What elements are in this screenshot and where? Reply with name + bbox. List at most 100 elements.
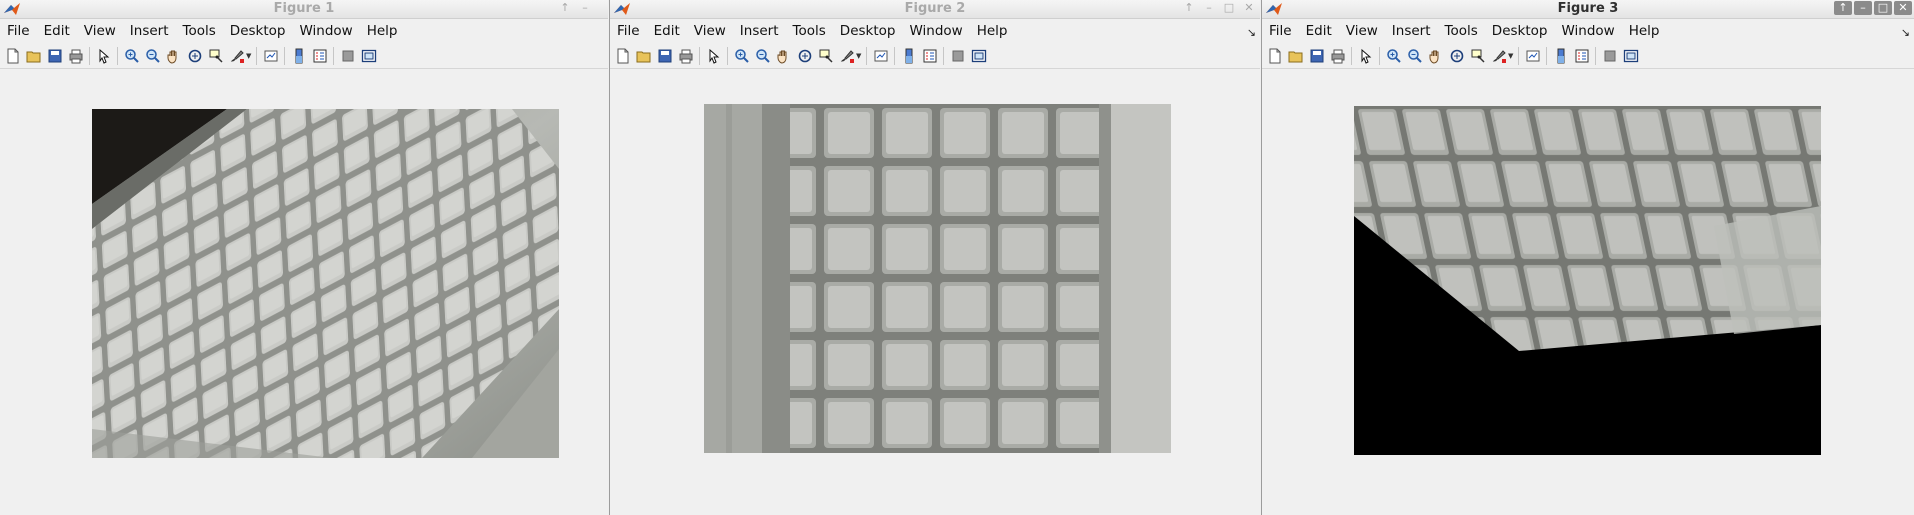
menu-insert[interactable]: Insert — [123, 20, 176, 42]
menu-tools[interactable]: Tools — [786, 20, 833, 42]
figure-toolbar: ▼ — [610, 44, 1260, 69]
edit-plot-arrow-icon[interactable] — [96, 48, 112, 64]
maximize-button[interactable]: □ — [1874, 1, 1892, 15]
zoom-in-icon[interactable] — [124, 48, 140, 64]
hide-plot-tools-icon[interactable] — [340, 48, 356, 64]
title-bar[interactable]: Figure 2 ↑ – □ ✕ — [610, 0, 1260, 19]
toolbar-separator — [894, 47, 896, 65]
link-plot-icon[interactable] — [873, 48, 889, 64]
menu-file[interactable]: File — [0, 20, 37, 42]
colorbar-icon[interactable] — [901, 48, 917, 64]
brush-dropdown-arrow-icon[interactable]: ▼ — [1508, 52, 1513, 60]
window-title: Figure 1 — [273, 1, 335, 16]
print-icon[interactable] — [678, 48, 694, 64]
menu-tools[interactable]: Tools — [176, 20, 223, 42]
open-file-icon[interactable] — [26, 48, 42, 64]
new-figure-icon[interactable] — [5, 48, 21, 64]
image-axes[interactable] — [1354, 106, 1821, 455]
close-button[interactable]: ✕ — [1240, 1, 1258, 15]
menu-insert[interactable]: Insert — [1385, 20, 1438, 42]
print-icon[interactable] — [68, 48, 84, 64]
show-plot-tools-icon[interactable] — [971, 48, 987, 64]
colorbar-icon[interactable] — [1553, 48, 1569, 64]
menu-help[interactable]: Help — [1622, 20, 1667, 42]
zoom-out-icon[interactable] — [755, 48, 771, 64]
legend-icon[interactable] — [922, 48, 938, 64]
save-icon[interactable] — [1309, 48, 1325, 64]
toolbar-separator — [1379, 47, 1380, 65]
rotate-3d-icon[interactable] — [1449, 48, 1465, 64]
hide-plot-tools-icon[interactable] — [1602, 48, 1618, 64]
menu-window[interactable]: Window — [1554, 20, 1621, 42]
open-file-icon[interactable] — [636, 48, 652, 64]
menu-view[interactable]: View — [687, 20, 733, 42]
shade-button[interactable]: ↑ — [1834, 1, 1852, 15]
rotate-3d-icon[interactable] — [797, 48, 813, 64]
menu-help[interactable]: Help — [970, 20, 1015, 42]
zoom-out-icon[interactable] — [145, 48, 161, 64]
menu-edit[interactable]: Edit — [647, 20, 687, 42]
toolbar-separator — [866, 47, 868, 65]
data-cursor-icon[interactable] — [818, 48, 834, 64]
image-axes[interactable] — [92, 109, 559, 458]
dock-arrow-icon[interactable]: ↘ — [1901, 26, 1910, 39]
new-figure-icon[interactable] — [615, 48, 631, 64]
hide-plot-tools-icon[interactable] — [950, 48, 966, 64]
show-plot-tools-icon[interactable] — [361, 48, 377, 64]
title-bar[interactable]: Figure 1 ↑ – — [0, 0, 608, 19]
zoom-in-icon[interactable] — [734, 48, 750, 64]
link-plot-icon[interactable] — [263, 48, 279, 64]
keyboard-photo-2 — [704, 104, 1171, 453]
minimize-button[interactable]: – — [1854, 1, 1872, 15]
brush-icon[interactable] — [1491, 48, 1507, 64]
pan-hand-icon[interactable] — [1428, 48, 1444, 64]
link-plot-icon[interactable] — [1525, 48, 1541, 64]
zoom-out-icon[interactable] — [1407, 48, 1423, 64]
menu-desktop[interactable]: Desktop — [223, 20, 293, 42]
menu-desktop[interactable]: Desktop — [1485, 20, 1555, 42]
pan-hand-icon[interactable] — [166, 48, 182, 64]
image-axes[interactable] — [704, 104, 1171, 453]
dock-arrow-icon[interactable]: ↘ — [1247, 26, 1256, 39]
legend-icon[interactable] — [1574, 48, 1590, 64]
save-icon[interactable] — [47, 48, 63, 64]
edit-plot-arrow-icon[interactable] — [1358, 48, 1374, 64]
data-cursor-icon[interactable] — [1470, 48, 1486, 64]
menu-help[interactable]: Help — [360, 20, 405, 42]
menu-edit[interactable]: Edit — [37, 20, 77, 42]
show-plot-tools-icon[interactable] — [1623, 48, 1639, 64]
menu-view[interactable]: View — [77, 20, 123, 42]
rotate-3d-icon[interactable] — [187, 48, 203, 64]
close-button[interactable]: ✕ — [1894, 1, 1912, 15]
minimize-button[interactable]: – — [576, 1, 594, 15]
menu-file[interactable]: File — [610, 20, 647, 42]
minimize-button[interactable]: – — [1200, 1, 1218, 15]
menu-tools[interactable]: Tools — [1438, 20, 1485, 42]
data-cursor-icon[interactable] — [208, 48, 224, 64]
title-bar[interactable]: Figure 3 ↑ – □ ✕ — [1262, 0, 1914, 19]
menu-insert[interactable]: Insert — [733, 20, 786, 42]
brush-dropdown-arrow-icon[interactable]: ▼ — [856, 52, 861, 60]
shade-button[interactable]: ↑ — [556, 1, 574, 15]
menu-view[interactable]: View — [1339, 20, 1385, 42]
pan-hand-icon[interactable] — [776, 48, 792, 64]
maximize-button[interactable]: □ — [1220, 1, 1238, 15]
open-file-icon[interactable] — [1288, 48, 1304, 64]
colorbar-icon[interactable] — [291, 48, 307, 64]
menu-window[interactable]: Window — [902, 20, 969, 42]
brush-dropdown-arrow-icon[interactable]: ▼ — [246, 52, 251, 60]
new-figure-icon[interactable] — [1267, 48, 1283, 64]
menu-bar: File Edit View Insert Tools Desktop Wind… — [1262, 20, 1914, 42]
brush-icon[interactable] — [229, 48, 245, 64]
brush-icon[interactable] — [839, 48, 855, 64]
menu-edit[interactable]: Edit — [1299, 20, 1339, 42]
print-icon[interactable] — [1330, 48, 1346, 64]
menu-desktop[interactable]: Desktop — [833, 20, 903, 42]
legend-icon[interactable] — [312, 48, 328, 64]
save-icon[interactable] — [657, 48, 673, 64]
edit-plot-arrow-icon[interactable] — [706, 48, 722, 64]
menu-window[interactable]: Window — [292, 20, 359, 42]
zoom-in-icon[interactable] — [1386, 48, 1402, 64]
menu-file[interactable]: File — [1262, 20, 1299, 42]
shade-button[interactable]: ↑ — [1180, 1, 1198, 15]
